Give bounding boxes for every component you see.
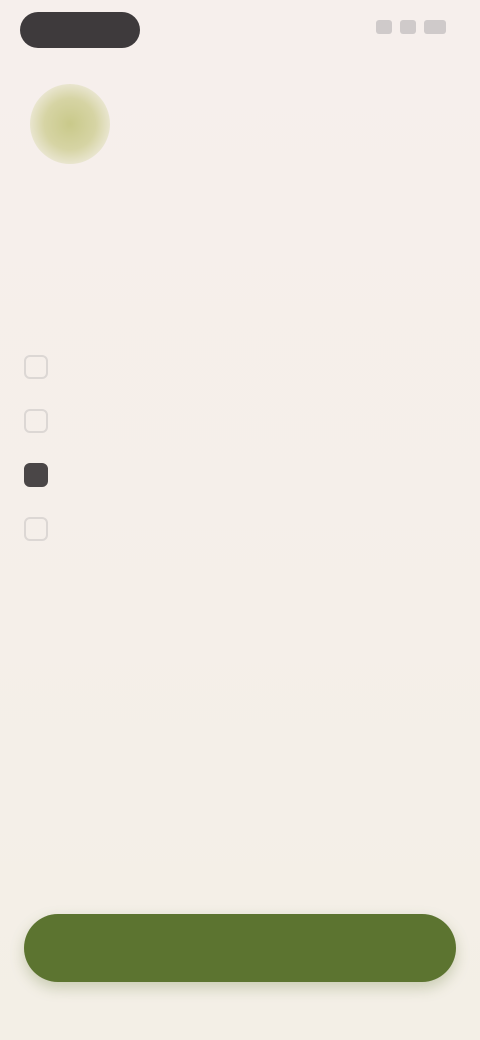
continue-button[interactable]: [24, 914, 456, 982]
option-item-3[interactable]: [20, 448, 460, 502]
status-time: [20, 12, 140, 48]
checkbox-checked-icon[interactable]: [24, 463, 48, 487]
leaf-logo-icon: [30, 84, 110, 164]
status-bar: [0, 0, 480, 60]
checkbox-icon[interactable]: [24, 517, 48, 541]
signal-icon: [376, 20, 392, 34]
status-icons: [376, 20, 446, 34]
option-item-1[interactable]: [20, 340, 460, 394]
battery-icon: [424, 20, 446, 34]
checkbox-icon[interactable]: [24, 409, 48, 433]
option-item-4[interactable]: [20, 502, 460, 556]
options-list: [20, 340, 460, 556]
wifi-icon: [400, 20, 416, 34]
checkbox-icon[interactable]: [24, 355, 48, 379]
option-item-2[interactable]: [20, 394, 460, 448]
